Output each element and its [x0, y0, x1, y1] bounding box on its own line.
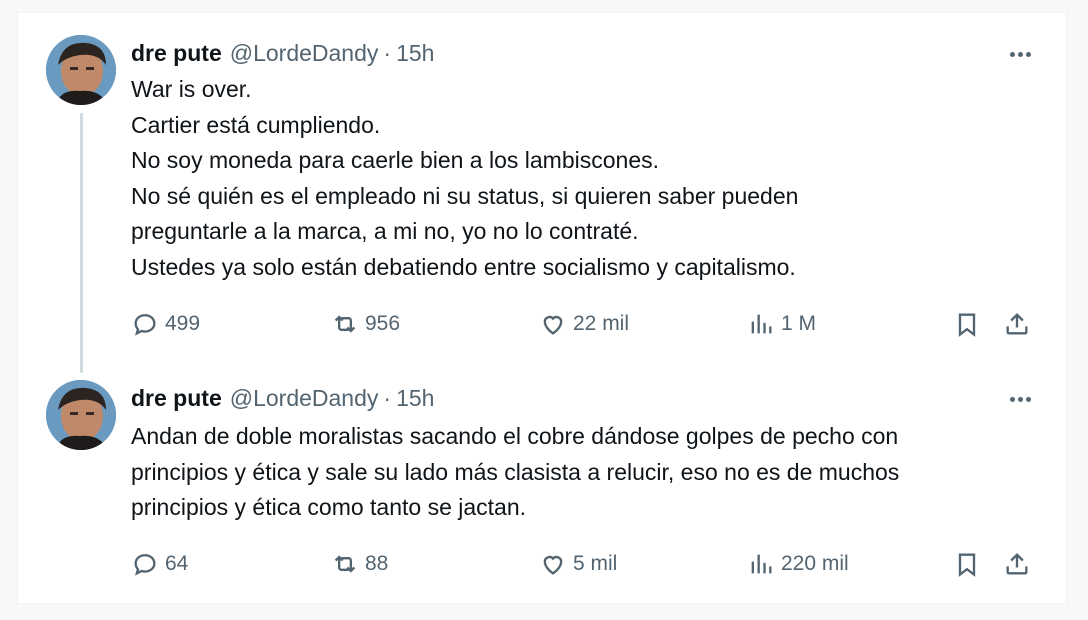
- tweet-line: No soy moneda para caerle bien a los lam…: [131, 147, 660, 173]
- share-upload-icon: [1006, 553, 1028, 575]
- bar-chart-icon: [751, 314, 772, 334]
- tweet-line: Cartier está cumpliendo.: [131, 111, 381, 138]
- like-count: 22 mil: [573, 312, 630, 335]
- tweet-line: No sé quién es el empleado ni su status,…: [131, 182, 799, 209]
- tweet-text: War is over. Cartier está cumpliendo. No…: [131, 72, 1051, 285]
- display-name[interactable]: dre pute: [131, 40, 222, 67]
- timestamp[interactable]: 15h: [396, 385, 434, 412]
- separator: ·: [383, 384, 392, 411]
- bar-chart-icon: [751, 554, 772, 574]
- repost-count: 88: [365, 552, 389, 575]
- reply-button[interactable]: 64: [131, 544, 188, 584]
- views-button[interactable]: 1 M: [747, 304, 816, 344]
- views-button[interactable]: 220 mil: [747, 544, 849, 584]
- repost-button[interactable]: 956: [331, 304, 400, 344]
- separator: ·: [383, 39, 392, 66]
- view-count: 220 mil: [781, 552, 849, 575]
- tweet-line: War is over.: [131, 76, 252, 102]
- bookmark-icon: [958, 313, 976, 337]
- heart-icon: [543, 315, 563, 335]
- tweet-line: Andan de doble moralistas sacando el cob…: [131, 423, 899, 449]
- tweet-header: dre pute @LordeDandy · 15h: [131, 383, 434, 413]
- speech-bubble-icon: [134, 554, 156, 576]
- tweet-line: principios y ética como tanto se jactan.: [131, 494, 527, 520]
- view-count: 1 M: [781, 312, 817, 335]
- like-button[interactable]: 5 mil: [539, 544, 617, 584]
- tweet-line: preguntarle a la marca, a mi no, yo no l…: [131, 218, 639, 244]
- repost-arrows-icon: [334, 555, 356, 573]
- reply-count: 499: [165, 312, 201, 335]
- tweet-header: dre pute @LordeDandy · 15h: [131, 38, 434, 68]
- timeline: dre pute @LordeDandy · 15h War is over. …: [17, 12, 1067, 604]
- bookmark-button[interactable]: [953, 544, 981, 584]
- username[interactable]: @LordeDandy: [230, 385, 379, 412]
- repost-count: 956: [365, 312, 401, 335]
- tweet-line: principios y ética y sale su lado más cl…: [131, 458, 900, 485]
- reply-button[interactable]: 499: [131, 304, 200, 344]
- reply-count: 64: [165, 552, 189, 575]
- more-dots-icon[interactable]: [1004, 385, 1036, 413]
- tweet-line: Ustedes ya solo están debatiendo entre s…: [131, 253, 796, 280]
- display-name[interactable]: dre pute: [131, 385, 222, 412]
- timestamp[interactable]: 15h: [396, 40, 434, 67]
- heart-icon: [543, 555, 563, 575]
- tweet-2[interactable]: dre pute @LordeDandy · 15h Andan de dobl…: [18, 373, 1066, 603]
- share-upload-icon: [1006, 313, 1028, 335]
- bookmark-icon: [958, 553, 976, 577]
- avatar[interactable]: [46, 35, 116, 105]
- repost-arrows-icon: [334, 315, 356, 333]
- action-bar: 499 956 22 mil 1 M: [131, 304, 1051, 344]
- share-button[interactable]: [1003, 544, 1031, 584]
- share-button[interactable]: [1003, 304, 1031, 344]
- like-count: 5 mil: [573, 552, 618, 575]
- more-dots-icon[interactable]: [1004, 40, 1036, 68]
- bookmark-button[interactable]: [953, 304, 981, 344]
- avatar[interactable]: [46, 380, 116, 450]
- action-bar: 64 88 5 mil 220 mil: [131, 544, 1051, 584]
- tweet-text: Andan de doble moralistas sacando el cob…: [131, 419, 1051, 526]
- speech-bubble-icon: [134, 314, 156, 336]
- thread-line: [80, 113, 83, 373]
- tweet-1[interactable]: dre pute @LordeDandy · 15h War is over. …: [18, 13, 1066, 385]
- repost-button[interactable]: 88: [331, 544, 388, 584]
- like-button[interactable]: 22 mil: [539, 304, 629, 344]
- username[interactable]: @LordeDandy: [230, 40, 379, 67]
